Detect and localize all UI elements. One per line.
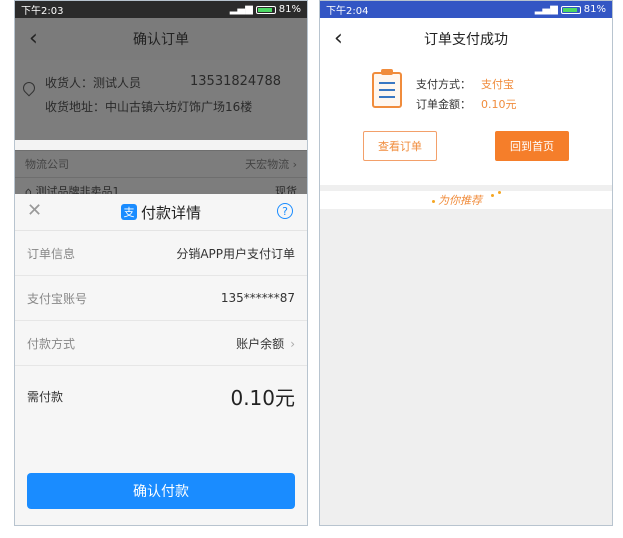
status-bar: 下午2:03 ▂▄▆ 81%	[15, 1, 307, 18]
status-time: 下午2:04	[326, 6, 369, 17]
sheet-header: ✕ 支 付款详情 ?	[15, 194, 307, 231]
signal-icon: ▂▄▆	[229, 4, 253, 15]
decor-dot	[498, 191, 501, 194]
status-time: 下午2:03	[21, 6, 64, 17]
logistics-value: 天宏物流	[245, 158, 290, 171]
order-amount-line: 订单金额： 0.10元	[416, 96, 517, 112]
order-amount-label: 订单金额：	[416, 98, 471, 111]
chevron-right-icon: ›	[290, 336, 295, 351]
close-icon[interactable]: ✕	[27, 200, 42, 221]
receiver-phone: 13531824788	[190, 74, 281, 89]
nav-bar: ‹ 订单支付成功	[320, 18, 612, 60]
logistics-row[interactable]: 物流公司 天宏物流 ›	[15, 150, 307, 177]
payment-method-row[interactable]: 付款方式 账户余额 ›	[15, 321, 307, 366]
page-title: 确认订单	[133, 32, 189, 48]
battery-percent: 81%	[583, 4, 606, 15]
battery-icon	[255, 5, 276, 14]
alipay-account-row: 支付宝账号 135******87	[15, 276, 307, 321]
shipping-address[interactable]: 收货人：测试人员 13531824788 收货地址：中山古镇六坊灯饰广场16楼	[15, 60, 307, 140]
confirm-payment-button[interactable]: 确认付款	[27, 473, 295, 509]
page-title: 订单支付成功	[424, 32, 508, 48]
status-indicators: ▂▄▆ 81%	[230, 4, 301, 15]
status-indicators: ▂▄▆ 81%	[535, 4, 606, 15]
battery-icon	[560, 5, 581, 14]
alipay-account-value: 135******87	[220, 291, 295, 305]
back-arrow-icon[interactable]: ‹	[29, 26, 38, 51]
nav-bar: ‹ 确认订单	[15, 18, 307, 60]
location-pin-icon	[20, 79, 38, 97]
payment-method-label: 支付方式：	[416, 78, 471, 91]
back-home-button[interactable]: 回到首页	[495, 131, 569, 161]
order-info-value: 分销APP用户支付订单	[176, 246, 295, 261]
payment-method-line: 支付方式： 支付宝	[416, 76, 514, 92]
payment-sheet: ✕ 支 付款详情 ? 订单信息 分销APP用户支付订单 支付宝账号 135***…	[15, 194, 307, 525]
decor-dot	[432, 200, 435, 203]
signal-icon: ▂▄▆	[534, 4, 558, 15]
payment-method-label: 付款方式	[27, 336, 76, 351]
battery-percent: 81%	[278, 4, 301, 15]
order-info-label: 订单信息	[27, 246, 76, 261]
recommend-title: 为你推荐	[438, 194, 482, 207]
receiver-address: 收货地址：中山古镇六坊灯饰广场16楼	[45, 100, 253, 114]
chevron-right-icon: ›	[289, 158, 297, 171]
recommend-header: 为你推荐	[320, 191, 612, 209]
amount-due-row: 需付款 0.10元	[15, 366, 307, 426]
receiver-name: 收货人：测试人员	[45, 76, 142, 90]
amount-due-label: 需付款	[27, 389, 64, 404]
payment-method-value: 账户余额	[236, 336, 285, 351]
alipay-account-label: 支付宝账号	[27, 291, 88, 306]
order-amount-value: 0.10元	[481, 98, 517, 111]
right-phone-screen: 下午2:04 ▂▄▆ 81% ‹ 订单支付成功 支付方式： 支付宝 订单金额： 0.…	[319, 0, 613, 526]
payment-success-panel: 支付方式： 支付宝 订单金额： 0.10元 查看订单 回到首页	[320, 60, 612, 185]
left-phone-screen: 下午2:03 ▂▄▆ 81% ‹ 确认订单 收货人：测试人员 135318247…	[14, 0, 308, 526]
alipay-icon: 支	[120, 204, 137, 220]
view-order-button[interactable]: 查看订单	[363, 131, 437, 161]
back-arrow-icon[interactable]: ‹	[334, 26, 343, 51]
status-bar: 下午2:04 ▂▄▆ 81%	[320, 1, 612, 18]
sheet-title: 付款详情	[140, 203, 201, 222]
payment-method-value: 支付宝	[481, 78, 514, 91]
logistics-label: 物流公司	[25, 158, 69, 171]
clipboard-icon	[372, 69, 402, 108]
order-info-row: 订单信息 分销APP用户支付订单	[15, 231, 307, 276]
decor-dot	[491, 194, 494, 197]
help-icon[interactable]: ?	[277, 203, 293, 219]
amount-due-value: 0.10元	[230, 385, 295, 410]
